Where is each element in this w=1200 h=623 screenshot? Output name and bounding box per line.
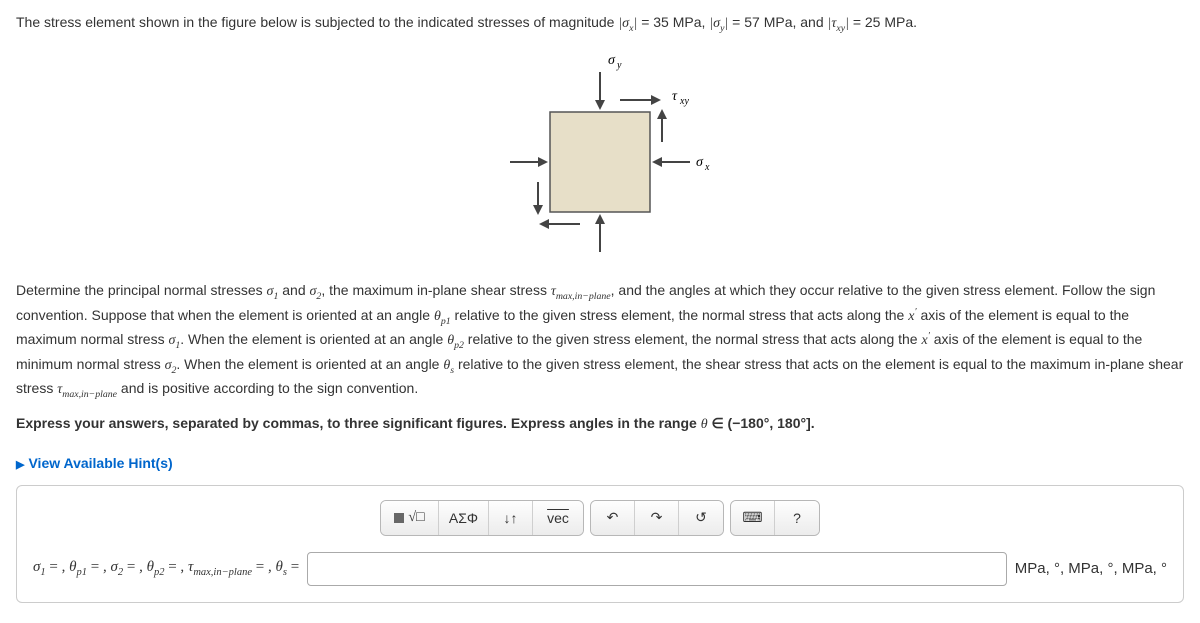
svg-text:y: y [616,60,622,71]
svg-text:xy: xy [679,96,689,107]
answer-input[interactable] [307,552,1007,586]
view-hints-button[interactable]: ▶View Available Hint(s) [16,455,173,471]
chevron-right-icon: ▶ [16,459,24,471]
stress-element-figure: σ y σ x τ xy [16,42,1184,262]
instructions: Express your answers, separated by comma… [16,413,1184,435]
answer-units: MPa, °, MPa, °, MPa, ° [1015,560,1167,577]
help-button[interactable]: ? [775,501,819,535]
undo-button[interactable]: ↶ [591,501,635,535]
vector-button[interactable]: vec [533,501,583,535]
intro-prefix: The stress element shown in the figure b… [16,14,618,30]
svg-text:σ: σ [696,155,704,170]
svg-text:τ: τ [672,89,678,104]
question-paragraph: Determine the principal normal stresses … [16,280,1184,402]
answer-row: σ1 = , θp1 = , σ2 = , θp2 = , τmax,in−pl… [33,552,1167,586]
svg-text:x: x [704,162,710,173]
subscript-button[interactable]: ↓↑ [489,501,533,535]
intro-text: The stress element shown in the figure b… [16,12,1184,36]
keyboard-button[interactable]: ⌨ [731,501,775,535]
greek-button[interactable]: ΑΣΦ [439,501,489,535]
svg-text:σ: σ [608,53,616,68]
reset-button[interactable]: ↺ [679,501,723,535]
redo-button[interactable]: ↷ [635,501,679,535]
templates-button[interactable]: √□ [381,501,439,535]
equation-toolbar: √□ ΑΣΦ ↓↑ vec ↶ ↷ ↺ ⌨ ? [33,500,1167,536]
answer-labels: σ1 = , θp1 = , σ2 = , θp2 = , τmax,in−pl… [33,559,299,578]
answer-panel: √□ ΑΣΦ ↓↑ vec ↶ ↷ ↺ ⌨ ? σ1 = , θp1 = , σ… [16,485,1184,603]
